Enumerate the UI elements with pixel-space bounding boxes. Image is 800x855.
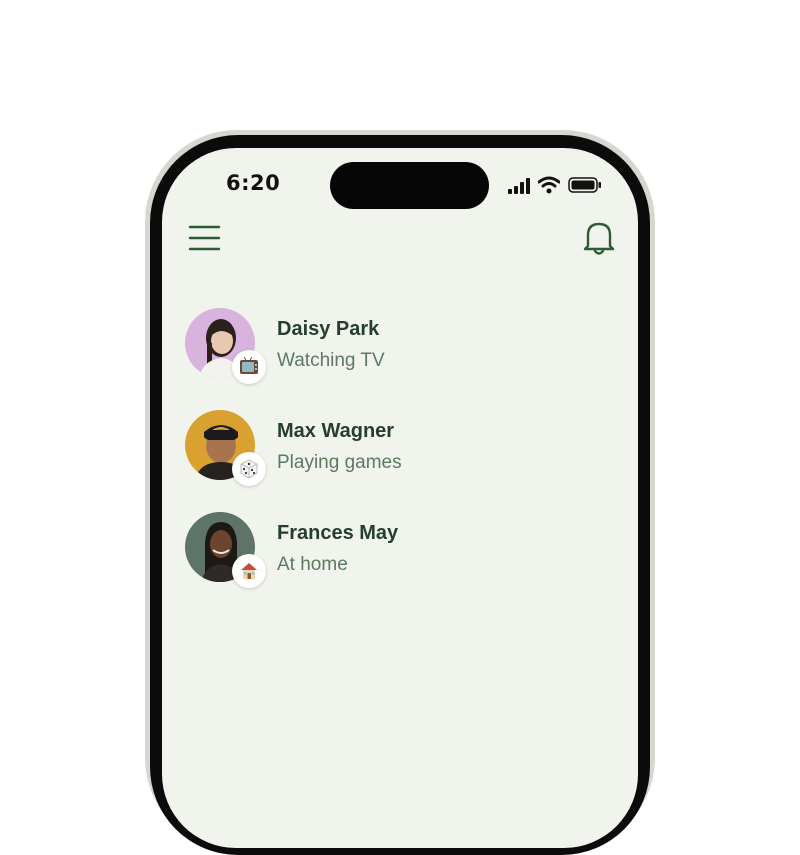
bell-icon[interactable] <box>582 220 616 256</box>
wifi-icon <box>538 176 560 194</box>
dynamic-island <box>330 162 489 209</box>
contact-name: Frances May <box>277 522 399 544</box>
battery-icon <box>568 177 601 193</box>
contact-status: Playing games <box>277 452 402 473</box>
contact-status: At home <box>277 554 348 575</box>
contact-name: Max Wagner <box>277 420 395 442</box>
contact-row[interactable]: Frances May At home <box>162 502 638 604</box>
contact-row[interactable]: Max Wagner Playing games <box>162 400 638 502</box>
contact-row[interactable]: Daisy Park Watching TV <box>162 298 638 400</box>
television-emoji <box>232 350 266 384</box>
dice-emoji <box>232 452 266 486</box>
contact-list: Daisy Park Watching TV Max Wagner Playin… <box>162 298 638 604</box>
contact-status: Watching TV <box>277 350 385 371</box>
hamburger-menu-icon[interactable] <box>188 224 222 252</box>
status-bar-time: 6:20 <box>226 171 281 195</box>
contact-name: Daisy Park <box>277 318 380 340</box>
cellular-signal-icon <box>508 178 530 194</box>
app-screen: 6:20 Daisy Park Watching TV Max Wagner P… <box>162 148 638 848</box>
house-emoji <box>232 554 266 588</box>
